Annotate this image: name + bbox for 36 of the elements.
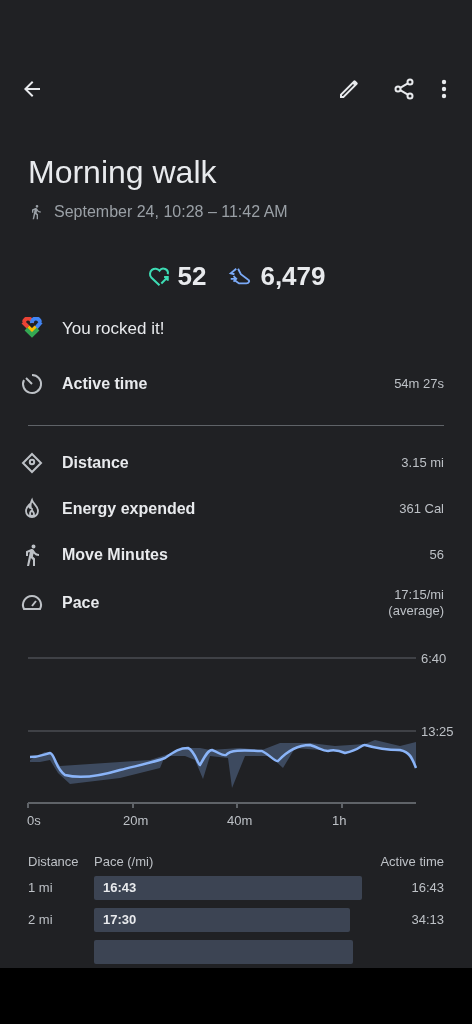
table-cell-text: 34:13 [411, 911, 444, 930]
metric-value: 54m 27s [394, 375, 444, 394]
axis-label: 6:40 [421, 650, 447, 667]
table-cell-text: 16:43 [411, 879, 444, 898]
metric-note: (average) [388, 602, 444, 619]
table-cell-text: 2 mi [28, 911, 54, 930]
axis-label: 0s [27, 812, 41, 829]
activity-date: September 24, 10:28 – 11:42 AM [54, 201, 288, 222]
heart-points-value: 52 [177, 260, 207, 294]
goal-message: You rocked it! [62, 317, 165, 340]
metric-label: Pace [62, 592, 101, 613]
metric-label: Active time [62, 373, 149, 394]
metric-label: Distance [62, 452, 130, 473]
pace-bar: 16:43 [94, 876, 362, 900]
heart-logo-icon [20, 317, 44, 340]
axis-label: 20m [123, 812, 149, 829]
axis-label: 1h [332, 812, 347, 829]
axis-label: 13:25 [421, 723, 454, 740]
pace-bar: 17:30 [94, 908, 350, 932]
activity-title: Morning walk [28, 152, 217, 192]
metric-value: 56 [429, 546, 444, 563]
metric-label: Energy expended [62, 498, 197, 519]
share-button[interactable] [392, 77, 416, 102]
metric-value: 3.15 mi [401, 454, 444, 471]
steps-value: 6,479 [260, 260, 326, 294]
timer-icon [20, 371, 44, 396]
metric-value: 361 Cal [399, 500, 444, 517]
location-icon [20, 450, 44, 475]
table-cell-text: 1 mi [28, 879, 54, 898]
column-header: Pace (/mi) [94, 853, 155, 872]
heart-points-icon [146, 265, 172, 288]
axis-label: 40m [227, 812, 253, 829]
metric-value: 17:15/mi [394, 586, 444, 603]
column-header: Distance [28, 853, 80, 872]
metric-label: Move Minutes [62, 544, 169, 565]
column-header: Active time [380, 853, 444, 872]
